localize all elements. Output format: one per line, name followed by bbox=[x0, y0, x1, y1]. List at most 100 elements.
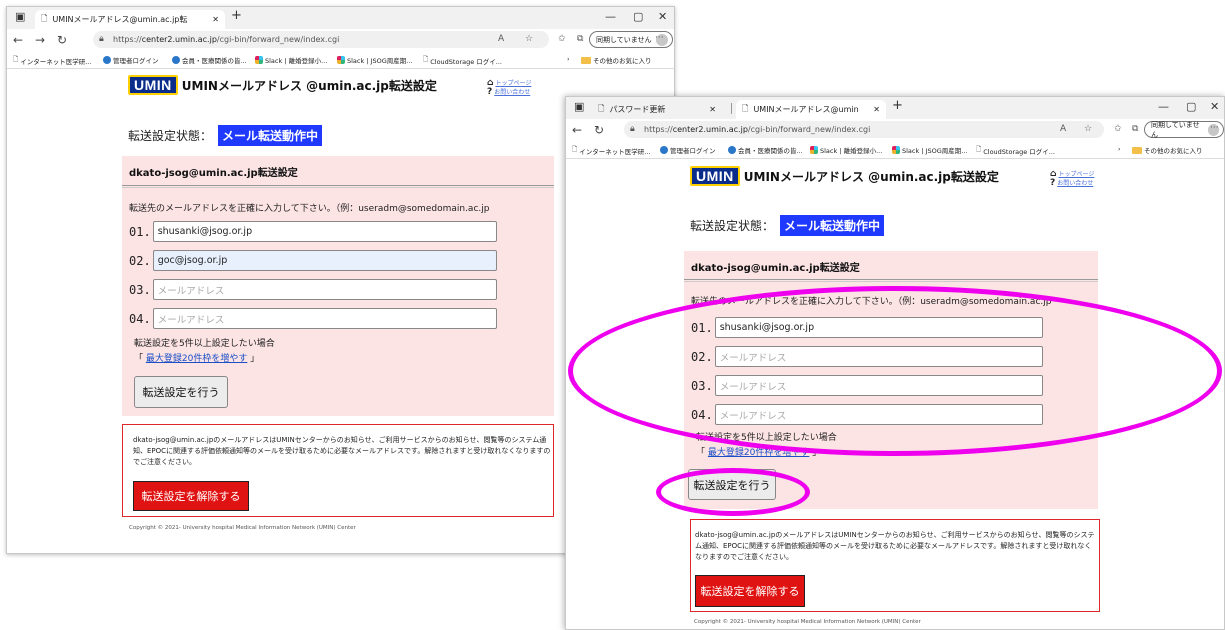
bookmark-label: Slack | JSOG周産期... bbox=[347, 57, 413, 65]
top-page-link[interactable]: トップページ bbox=[495, 79, 531, 88]
tab-actions-icon[interactable]: ▣ bbox=[15, 10, 25, 23]
collections-icon[interactable]: ⧉ bbox=[1132, 124, 1138, 134]
bookmarks-bar: 🗋 インターネット医学研... 管理者ログイン 会員・医療関係の皆... Slac… bbox=[7, 51, 674, 69]
divider bbox=[684, 279, 1098, 282]
divider bbox=[122, 185, 554, 188]
page-icon: 🗋 bbox=[423, 55, 429, 63]
bookmark-item[interactable]: 🗋 CloudStorage ログイ... bbox=[976, 145, 1055, 156]
page-title: UMINメールアドレス @umin.ac.jp転送設定 bbox=[181, 78, 437, 93]
submit-forward-button[interactable]: 転送設定を行う bbox=[688, 469, 776, 500]
increase-slots-link[interactable]: 最大登録20件枠を増やす bbox=[146, 354, 247, 364]
slack-icon bbox=[810, 146, 818, 154]
maximize-icon[interactable]: ▢ bbox=[1186, 100, 1196, 113]
bookmark-label: Slack | 離婚登録小... bbox=[820, 147, 883, 155]
close-window-icon[interactable]: ✕ bbox=[658, 10, 667, 23]
maximize-icon[interactable]: ▢ bbox=[633, 10, 643, 23]
bookmark-label: Slack | JSOG周産期... bbox=[902, 147, 968, 155]
chevron-right-icon[interactable]: › bbox=[1118, 145, 1121, 153]
tab-active[interactable]: 🗋 UMINメールアドレス@umin.ac.jp転 ✕ bbox=[736, 100, 886, 119]
page-content: UMIN UMINメールアドレス @umin.ac.jp転送設定 ⌂ トップページ… bbox=[566, 159, 1224, 629]
bookmark-item[interactable]: Slack | JSOG周産期... bbox=[892, 145, 967, 155]
release-notice-box: dkato-jsog@umin.ac.jpのメールアドレスはUMINセンターから… bbox=[122, 424, 554, 517]
close-window-icon[interactable]: ✕ bbox=[1210, 100, 1219, 113]
forward-address-input-4[interactable]: メールアドレス bbox=[152, 308, 497, 329]
lock-icon[interactable]: 🔒︎ bbox=[99, 34, 104, 44]
panel-title: dkato-jsog@umin.ac.jp転送設定 bbox=[691, 263, 860, 274]
more-menu-icon[interactable]: ··· bbox=[655, 33, 664, 43]
site-header: UMIN UMINメールアドレス @umin.ac.jp転送設定 bbox=[128, 75, 437, 95]
forward-address-input-1[interactable]: shusanki@jsog.or.jp bbox=[714, 317, 1043, 338]
bookmark-item[interactable]: 管理者ログイン bbox=[103, 55, 159, 65]
status-row: 転送設定状態： メール転送動作中 bbox=[690, 215, 885, 236]
status-row: 転送設定状態： メール転送動作中 bbox=[128, 125, 323, 146]
collections-icon[interactable]: ⧉ bbox=[577, 34, 583, 44]
umin-logo: UMIN bbox=[690, 166, 740, 186]
bookmark-item[interactable]: 🗋 CloudStorage ログイ... bbox=[423, 55, 502, 66]
bookmark-item[interactable]: 会員・医療関係の皆... bbox=[172, 55, 247, 65]
favorites-icon[interactable]: ✩ bbox=[558, 34, 566, 44]
forward-row-2: 02. メールアドレス bbox=[691, 346, 1043, 367]
status-label: 転送設定状態： bbox=[128, 129, 213, 143]
bookmark-item[interactable]: 🗋 インターネット医学研... bbox=[572, 145, 650, 156]
forward-settings-panel: dkato-jsog@umin.ac.jp転送設定 転送先のメールアドレスを正確… bbox=[122, 156, 554, 416]
tab-actions-icon[interactable]: ▣ bbox=[574, 100, 584, 113]
release-forward-button[interactable]: 転送設定を解除する bbox=[133, 481, 249, 511]
bookmark-label: 管理者ログイン bbox=[670, 147, 716, 155]
bookmark-item[interactable]: Slack | JSOG周産期... bbox=[337, 55, 412, 65]
favorite-star-icon[interactable]: ☆ bbox=[1084, 124, 1092, 134]
tab-close-icon[interactable]: ✕ bbox=[212, 15, 219, 24]
forward-address-input-2[interactable]: メールアドレス bbox=[714, 346, 1043, 367]
bookmark-item[interactable]: 管理者ログイン bbox=[660, 145, 716, 155]
favorites-icon[interactable]: ✩ bbox=[1114, 124, 1122, 134]
minimize-icon[interactable]: — bbox=[1158, 100, 1169, 113]
bookmark-item[interactable]: Slack | 離婚登録小... bbox=[255, 55, 327, 65]
forward-address-input-3[interactable]: メールアドレス bbox=[714, 375, 1043, 396]
forward-address-input-4[interactable]: メールアドレス bbox=[714, 404, 1043, 425]
forward-address-input-1[interactable]: shusanki@jsog.or.jp bbox=[152, 221, 497, 242]
contact-link[interactable]: お問い合わせ bbox=[1057, 179, 1093, 188]
lock-icon[interactable]: 🔒︎ bbox=[630, 124, 635, 134]
help-icon: ? bbox=[1050, 178, 1056, 188]
tab-active[interactable]: 🗋 UMINメールアドレス@umin.ac.jp転 ✕ bbox=[35, 10, 225, 29]
new-tab-icon[interactable]: + bbox=[892, 98, 903, 113]
back-icon[interactable]: ← bbox=[566, 123, 588, 137]
more-menu-icon[interactable]: ··· bbox=[1210, 123, 1219, 133]
sync-label: 同期していません bbox=[596, 35, 652, 44]
minimize-icon[interactable]: — bbox=[605, 10, 616, 23]
increase-slots-link[interactable]: 最大登録20件枠を増やす bbox=[708, 448, 809, 458]
url-field[interactable]: https://center2.umin.ac.jp/cgi-bin/forwa… bbox=[93, 31, 549, 48]
favorite-star-icon[interactable]: ☆ bbox=[525, 34, 533, 44]
back-icon[interactable]: ← bbox=[7, 33, 29, 47]
contact-link[interactable]: お問い合わせ bbox=[494, 88, 530, 97]
forward-icon[interactable]: → bbox=[29, 33, 51, 47]
other-favorites-folder[interactable]: その他のお気に入り bbox=[581, 55, 652, 65]
tab-close-icon[interactable]: ✕ bbox=[873, 105, 880, 114]
bookmark-label: 管理者ログイン bbox=[113, 57, 159, 65]
release-forward-button[interactable]: 転送設定を解除する bbox=[695, 575, 805, 607]
chevron-right-icon[interactable]: › bbox=[567, 55, 570, 63]
copyright: Copyright © 2021- University hospital Me… bbox=[694, 619, 921, 625]
tab-close-icon[interactable]: ✕ bbox=[709, 105, 716, 114]
reload-icon[interactable]: ↻ bbox=[51, 33, 73, 47]
url-field[interactable]: https://center2.umin.ac.jp/cgi-bin/forwa… bbox=[624, 121, 1104, 138]
notice-text: dkato-jsog@umin.ac.jpのメールアドレスはUMINセンターから… bbox=[133, 436, 551, 466]
read-aloud-icon[interactable]: A bbox=[498, 34, 504, 44]
forward-row-3: 03. メールアドレス bbox=[691, 375, 1043, 396]
bookmark-item[interactable]: Slack | 離婚登録小... bbox=[810, 145, 882, 155]
new-tab-icon[interactable]: + bbox=[231, 8, 242, 23]
bookmark-item[interactable]: 🗋 インターネット医学研... bbox=[13, 55, 91, 66]
slack-icon bbox=[337, 56, 345, 64]
read-aloud-icon[interactable]: A bbox=[1060, 124, 1066, 134]
site-icon bbox=[103, 56, 111, 64]
reload-icon[interactable]: ↻ bbox=[588, 123, 610, 137]
forward-address-input-2[interactable]: goc@jsog.or.jp bbox=[152, 250, 497, 271]
other-favorites-folder[interactable]: その他のお気に入り bbox=[1132, 145, 1203, 155]
header-links: ⌂ トップページ ? お問い合わせ bbox=[487, 79, 531, 97]
submit-forward-button[interactable]: 転送設定を行う bbox=[134, 376, 228, 408]
tab-password-update[interactable]: 🗋 パスワード更新 ✕ bbox=[592, 100, 722, 119]
bookmark-item[interactable]: 会員・医療関係の皆... bbox=[728, 145, 803, 155]
top-page-link[interactable]: トップページ bbox=[1058, 170, 1094, 179]
forward-address-input-3[interactable]: メールアドレス bbox=[152, 279, 497, 300]
panel-title: dkato-jsog@umin.ac.jp転送設定 bbox=[129, 168, 298, 179]
page-icon: 🗋 bbox=[598, 103, 605, 113]
